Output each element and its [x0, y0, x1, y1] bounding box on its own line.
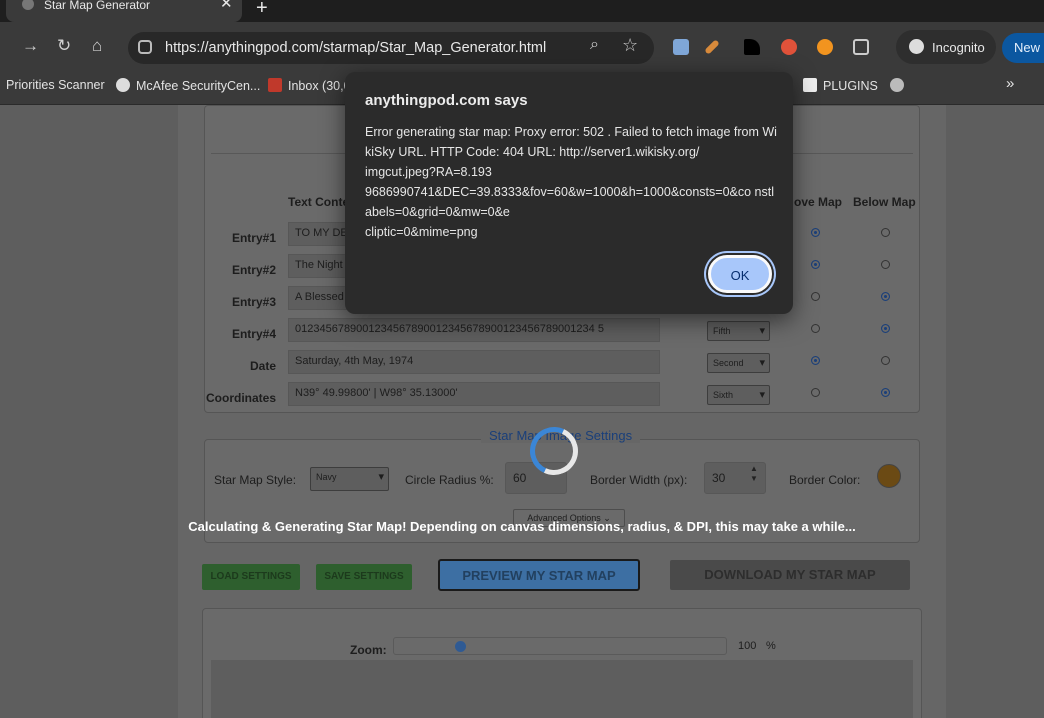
spinner-arrows-icon[interactable]: ▲ ▼	[750, 464, 758, 484]
tab-title: Star Map Generator	[44, 0, 151, 12]
url-text: https://anythingpod.com/starmap/Star_Map…	[165, 40, 547, 56]
new-chrome-button[interactable]: New C	[1002, 33, 1044, 63]
bookmark-plugins[interactable]: PLUGINS	[803, 78, 878, 93]
plugins-icon	[803, 78, 817, 92]
row-label: Coordinates	[206, 391, 277, 405]
zoom-slider-thumb[interactable]	[455, 641, 466, 652]
reload-icon[interactable]: ↻	[57, 36, 71, 56]
globe-icon	[22, 0, 34, 10]
tab-close-icon[interactable]: ✕	[220, 0, 233, 12]
bookmark-priorities-scanner[interactable]: Priorities Scanner	[6, 78, 105, 92]
mcafee-icon	[116, 78, 130, 92]
zoom-value: 100	[738, 640, 757, 652]
tab-strip: Star Map Generator ✕ +	[0, 0, 1044, 22]
above-map-radio[interactable]	[811, 324, 820, 333]
bookmark-plugins-label: PLUGINS	[823, 79, 878, 93]
extension-pen-icon[interactable]	[704, 39, 720, 55]
browser-toolbar: → ↻ ⌂ https://anythingpod.com/starmap/St…	[0, 22, 1044, 72]
zoom-label: Zoom:	[350, 643, 387, 657]
border-width-label: Border Width (px):	[590, 473, 688, 487]
preview-star-map-button[interactable]: PREVIEW MY STAR MAP	[438, 559, 640, 591]
border-color-label: Border Color:	[789, 473, 861, 487]
address-bar[interactable]: https://anythingpod.com/starmap/Star_Map…	[128, 32, 654, 64]
load-settings-button[interactable]: LOAD SETTINGS	[202, 564, 300, 590]
below-map-radio[interactable]	[881, 356, 890, 365]
below-map-radio[interactable]	[881, 228, 890, 237]
incognito-label: Incognito	[932, 40, 985, 55]
extension-orange-icon[interactable]	[817, 39, 833, 55]
bookmark-mcafee-label: McAfee SecurityCen...	[136, 79, 261, 93]
extensions-puzzle-icon[interactable]	[853, 39, 869, 55]
dialog-message: Error generating star map: Proxy error: …	[365, 125, 777, 239]
date-input[interactable]: Saturday, 4th May, 1974	[288, 350, 660, 374]
below-map-radio[interactable]	[881, 292, 890, 301]
new-chrome-label: New C	[1014, 40, 1044, 55]
globe-icon	[890, 78, 904, 92]
radius-label: Circle Radius %:	[405, 473, 494, 487]
row-label: Entry#3	[231, 295, 276, 309]
download-star-map-button[interactable]: DOWNLOAD MY STAR MAP	[670, 560, 910, 590]
row-label: Date	[249, 359, 276, 373]
dialog-title: anythingpod.com says	[365, 92, 528, 109]
below-map-radio[interactable]	[881, 260, 890, 269]
incognito-indicator[interactable]: Incognito	[896, 30, 996, 64]
row-label: Entry#2	[231, 263, 276, 277]
extension-boot-icon[interactable]	[744, 39, 760, 55]
ok-button[interactable]: OK	[708, 255, 772, 293]
above-map-radio[interactable]	[811, 228, 820, 237]
bookmark-inbox[interactable]: Inbox (30,0	[268, 78, 351, 93]
row-label: Entry#1	[231, 231, 276, 245]
font-select[interactable]: Sixth	[707, 385, 770, 405]
mail-icon	[268, 78, 282, 92]
bookmark-star-icon[interactable]: ☆	[622, 35, 638, 56]
star-map-style-select[interactable]: Navy	[310, 467, 389, 491]
incognito-icon	[909, 39, 924, 54]
col-header-below: Below Map	[853, 195, 916, 209]
coordinates-input[interactable]: N39° 49.99800' | W98° 35.13000'	[288, 382, 660, 406]
style-label: Star Map Style:	[214, 473, 297, 487]
entry-input[interactable]: 0123456789001234567890012345678900123456…	[288, 318, 660, 342]
above-map-radio[interactable]	[811, 260, 820, 269]
ok-button-label: OK	[730, 268, 750, 283]
above-map-radio[interactable]	[811, 356, 820, 365]
bookmark-globe[interactable]	[890, 78, 910, 93]
loading-message: Calculating & Generating Star Map! Depen…	[188, 519, 856, 534]
zoom-slider[interactable]	[393, 637, 727, 655]
extension-red-icon[interactable]	[781, 39, 797, 55]
forward-icon[interactable]: →	[22, 36, 39, 56]
extension-image-icon[interactable]	[673, 39, 689, 55]
new-tab-button[interactable]: +	[256, 0, 268, 20]
save-settings-button[interactable]: SAVE SETTINGS	[316, 564, 412, 590]
zoom-icon[interactable]: ⌕	[590, 36, 599, 54]
star-map-canvas	[211, 660, 913, 718]
above-map-radio[interactable]	[811, 292, 820, 301]
above-map-radio[interactable]	[811, 388, 820, 397]
bookmarks-overflow-icon[interactable]: »	[1006, 75, 1014, 92]
below-map-radio[interactable]	[881, 324, 890, 333]
border-color-swatch[interactable]	[877, 464, 901, 488]
alert-dialog: anythingpod.com says Error generating st…	[345, 72, 793, 314]
site-info-icon[interactable]	[138, 40, 152, 54]
tab-star-map-generator[interactable]: Star Map Generator ✕	[6, 0, 242, 22]
zoom-unit: %	[766, 640, 776, 652]
home-icon[interactable]: ⌂	[92, 36, 102, 56]
font-select[interactable]: Second	[707, 353, 770, 373]
col-header-above: ove Map	[794, 195, 843, 209]
font-select[interactable]: Fifth	[707, 321, 770, 341]
row-label: Entry#4	[231, 327, 276, 341]
bookmark-mcafee[interactable]: McAfee SecurityCen...	[116, 78, 260, 93]
bookmark-inbox-label: Inbox (30,0	[288, 79, 351, 93]
below-map-radio[interactable]	[881, 388, 890, 397]
col-header-text: Text Conte	[288, 195, 350, 209]
